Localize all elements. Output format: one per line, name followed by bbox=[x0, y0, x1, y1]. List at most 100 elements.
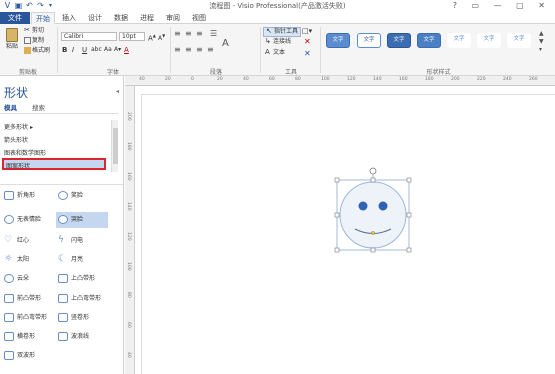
shape-up-ribbon[interactable]: 上凸带形 bbox=[58, 273, 95, 285]
tab-process[interactable]: 进程 bbox=[136, 12, 158, 24]
bullets-icon[interactable]: ☰ bbox=[210, 30, 217, 38]
clipboard-group-label: 剪贴板 bbox=[18, 69, 37, 76]
ruler-tick-label: 20 bbox=[165, 77, 171, 82]
shape-heart[interactable]: ♡ 红心 bbox=[4, 235, 29, 247]
shape-sad-face[interactable]: 哭脸 bbox=[58, 214, 83, 226]
ribbon-icon bbox=[58, 274, 68, 283]
tab-review[interactable]: 审阅 bbox=[162, 12, 184, 24]
shape-front-curved-ribbon[interactable]: 前凸弯带形 bbox=[4, 312, 47, 324]
italic-button[interactable]: I bbox=[72, 46, 74, 54]
bold-button[interactable]: B bbox=[62, 46, 67, 54]
shape-style-7[interactable]: 文字 bbox=[507, 33, 531, 48]
shape-style-2[interactable]: 文字 bbox=[357, 33, 381, 48]
format-painter-button[interactable]: 格式刷 bbox=[24, 47, 50, 55]
font-size-shrink-button[interactable]: A▼ bbox=[158, 32, 165, 43]
ruler-tick-label: 40 bbox=[139, 77, 145, 82]
shape-neutral-face[interactable]: 无表情脸 bbox=[4, 214, 41, 226]
shape-label: 笑脸 bbox=[71, 192, 84, 199]
paste-button[interactable]: 粘贴 bbox=[3, 28, 21, 51]
stencil-item-selected[interactable]: 图案形状 bbox=[2, 158, 106, 170]
left-eye bbox=[358, 201, 368, 211]
cut-button[interactable]: ✂ 剪切 bbox=[24, 27, 44, 35]
drawing-canvas[interactable] bbox=[135, 86, 555, 374]
shape-label: 前凸弯带形 bbox=[17, 314, 48, 321]
align-left-icon[interactable]: ≡ bbox=[174, 46, 181, 54]
tab-data[interactable]: 数据 bbox=[110, 12, 132, 24]
shape-style-1[interactable]: 文字 bbox=[326, 33, 350, 48]
underline-button[interactable]: U bbox=[82, 46, 87, 54]
shape-up-curved-ribbon[interactable]: 上凸弯带形 bbox=[58, 293, 101, 305]
resize-handle bbox=[370, 177, 376, 183]
shape-sun[interactable]: ☼ 太阳 bbox=[4, 254, 29, 266]
stencil-scrollbar[interactable] bbox=[111, 120, 118, 172]
ruler-tick-label: 60 bbox=[126, 322, 131, 328]
shape-label: 红心 bbox=[17, 237, 30, 244]
styles-scroll-icon[interactable]: ▲ ▼ ▾ bbox=[539, 30, 544, 54]
stencil-item[interactable]: 箭头形状 bbox=[4, 135, 28, 144]
text-direction-icon[interactable]: A bbox=[222, 39, 229, 49]
shape-label: 无表情脸 bbox=[17, 216, 42, 223]
shape-label: 上凸弯带形 bbox=[71, 295, 102, 302]
aa-button[interactable]: A▾ bbox=[114, 46, 121, 54]
shape-front-ribbon[interactable]: 前凸带形 bbox=[4, 293, 41, 305]
font-color-button[interactable]: A bbox=[124, 46, 129, 54]
text-tool-button[interactable]: A 文本 bbox=[265, 49, 285, 57]
connector-button[interactable]: ↳ 连接线 bbox=[265, 38, 291, 46]
stencil-label: 图案形状 bbox=[6, 163, 31, 170]
case-button[interactable]: Aa bbox=[104, 46, 112, 54]
shape-horizontal-scroll[interactable]: 横卷形 bbox=[4, 331, 35, 343]
pointer-tool-button[interactable]: ↖ 指针工具 bbox=[263, 27, 302, 37]
shape-lightning[interactable]: ϟ 闪电 bbox=[58, 235, 83, 247]
chevron-right-icon: ▸ bbox=[29, 124, 33, 131]
shape-vertical-scroll[interactable]: 竖卷形 bbox=[58, 312, 89, 324]
stencil-item[interactable]: 图表和数学图形 bbox=[4, 148, 46, 157]
connector-icon: ↳ bbox=[265, 37, 271, 45]
resize-handle bbox=[370, 247, 376, 253]
more-shapes-link[interactable]: 更多形状 ▸ bbox=[4, 122, 33, 131]
connection-point-icon[interactable]: ✕ bbox=[304, 50, 311, 58]
tab-file[interactable]: 文件 bbox=[0, 12, 30, 24]
control-handle bbox=[371, 231, 375, 235]
align-middle-icon[interactable]: ≡ bbox=[185, 30, 192, 38]
shape-folded-corner[interactable]: 折角形 bbox=[4, 190, 35, 202]
ruler-tick-label: 140 bbox=[373, 77, 382, 82]
shape-cloud[interactable]: 云朵 bbox=[4, 273, 29, 285]
shape-style-6[interactable]: 文字 bbox=[477, 33, 501, 48]
align-top-icon[interactable]: ≡ bbox=[174, 30, 181, 38]
align-center-icon[interactable]: ≡ bbox=[185, 46, 192, 54]
window-controls[interactable]: ? ▭ — ▢ ✕ bbox=[453, 1, 551, 10]
tab-view[interactable]: 视图 bbox=[188, 12, 210, 24]
tab-insert[interactable]: 插入 bbox=[58, 12, 80, 24]
tab-search[interactable]: 搜索 bbox=[32, 102, 45, 112]
shape-wave[interactable]: 波浪线 bbox=[58, 331, 89, 343]
tab-home[interactable]: 开始 bbox=[31, 12, 55, 24]
pointer-icon: ↖ bbox=[266, 27, 272, 35]
tab-stencils[interactable]: 模具 bbox=[4, 102, 17, 112]
justify-icon[interactable]: ≡ bbox=[207, 46, 214, 54]
curved-ribbon-icon bbox=[4, 313, 14, 322]
shape-style-3[interactable]: 文字 bbox=[387, 33, 411, 48]
strikethrough-button[interactable]: abc bbox=[91, 46, 102, 54]
copy-label: 复制 bbox=[32, 37, 45, 44]
ruler-tick-label: 100 bbox=[126, 262, 131, 271]
smiley-shape[interactable] bbox=[331, 166, 417, 256]
shape-style-5[interactable]: 文字 bbox=[447, 33, 471, 48]
font-size-select[interactable]: 10pt bbox=[119, 32, 145, 41]
shape-smiley[interactable]: 笑脸 bbox=[58, 190, 83, 202]
moon-icon: ☾ bbox=[58, 254, 68, 264]
scrollbar-thumb[interactable] bbox=[113, 128, 118, 164]
collapse-pane-icon[interactable]: ◂ bbox=[116, 88, 119, 95]
align-bottom-icon[interactable]: ≡ bbox=[196, 30, 203, 38]
font-size-grow-button[interactable]: A▲ bbox=[148, 32, 156, 42]
rectangle-tool-icon[interactable]: □▾ bbox=[302, 27, 312, 35]
copy-button[interactable]: 复制 bbox=[24, 37, 44, 45]
shape-moon[interactable]: ☾ 月亮 bbox=[58, 254, 83, 266]
shape-style-4[interactable]: 文字 bbox=[417, 33, 441, 48]
style-text: 文字 bbox=[513, 36, 525, 42]
ruler-tick-label: 40 bbox=[243, 77, 249, 82]
tab-design[interactable]: 设计 bbox=[84, 12, 106, 24]
delete-icon[interactable]: ✕ bbox=[304, 38, 311, 46]
align-right-icon[interactable]: ≡ bbox=[196, 46, 203, 54]
shape-double-wave[interactable]: 双波形 bbox=[4, 350, 35, 362]
font-family-select[interactable]: Calibri bbox=[61, 32, 117, 41]
